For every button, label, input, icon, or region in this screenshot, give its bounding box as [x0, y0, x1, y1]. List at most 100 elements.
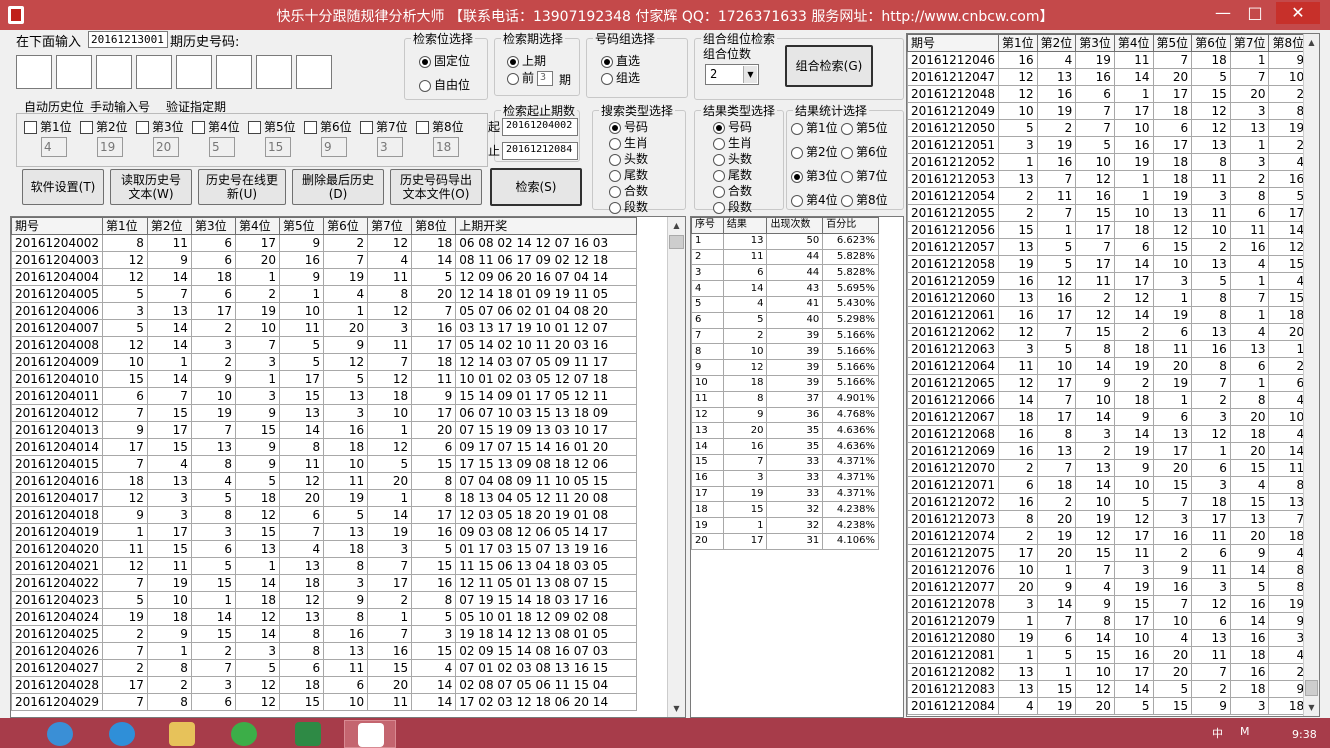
- stat-pos4-radio[interactable]: 第4位: [789, 193, 838, 207]
- number-input-3[interactable]: [96, 55, 132, 89]
- range-start-input[interactable]: 20161204002: [502, 118, 578, 136]
- table-row[interactable]: 20161212068 16 8 3 14 13 12 18 4: [907, 425, 1309, 443]
- table-row[interactable]: 20161204013 9 17 7 15 14 16 1 20 07 15 19 09 13 0…: [11, 421, 637, 439]
- recent-history-table[interactable]: 期号 第1位 第2位 第3位 第4位 第5位 第6位 第7位 第8位 20161212046 16…: [906, 33, 1320, 717]
- table-row[interactable]: 20161212075 17 20 15 11 2 6 9 4: [907, 544, 1309, 562]
- table-row[interactable]: 20161212062 12 7 15 2 6 13 4 20: [907, 323, 1309, 341]
- recent-header[interactable]: 第2位: [1036, 34, 1077, 52]
- table-row[interactable]: 20161212054 2 11 16 1 19 3 8 5: [907, 187, 1309, 205]
- table-row[interactable]: 18 15 32 4.238%: [691, 501, 879, 519]
- previous-n-input[interactable]: 3: [537, 71, 553, 86]
- free-position-radio[interactable]: 自由位: [417, 78, 470, 92]
- taskbar-ie[interactable]: [96, 720, 148, 748]
- table-row[interactable]: 20161212049 10 19 7 17 18 12 3 8: [907, 102, 1309, 120]
- history-header[interactable]: 第1位: [101, 217, 148, 235]
- number-input-4[interactable]: [136, 55, 172, 89]
- table-row[interactable]: 20161204022 7 19 15 14 18 3 17 16 12 11 05 01 13 …: [11, 574, 637, 592]
- table-row[interactable]: 20161204012 7 15 19 9 13 3 10 17 06 07 10 03 15 1…: [11, 404, 637, 422]
- table-row[interactable]: 19 1 32 4.238%: [691, 517, 879, 534]
- number-input-5[interactable]: [176, 55, 212, 89]
- result-type-number-radio[interactable]: 号码: [711, 120, 752, 134]
- table-row[interactable]: 20161204028 17 2 3 12 18 6 20 14 02 08 07 05 06 1…: [11, 676, 637, 694]
- table-row[interactable]: 20161204023 5 10 1 18 12 9 2 8 07 19 15 14 18 03 …: [11, 591, 637, 609]
- result-type-segment-radio[interactable]: 段数: [711, 200, 752, 214]
- table-row[interactable]: 8 10 39 5.166%: [691, 343, 879, 361]
- result-header[interactable]: 结果: [722, 217, 768, 234]
- pos3-checkbox[interactable]: 第3位: [135, 120, 184, 134]
- search-type-head-radio[interactable]: 头数: [607, 152, 648, 166]
- search-type-tail-radio[interactable]: 尾数: [607, 168, 648, 182]
- scroll-up-icon[interactable]: ▲: [1304, 34, 1319, 51]
- table-row[interactable]: 20161212082 13 1 10 17 20 7 16 2: [907, 663, 1309, 681]
- delete-last-button[interactable]: 删除最后历史(D): [292, 169, 384, 205]
- table-row[interactable]: 20161212067 18 17 14 9 6 3 20 10: [907, 408, 1309, 426]
- table-row[interactable]: 3 6 44 5.828%: [691, 264, 879, 282]
- table-row[interactable]: 20161204004 12 14 18 1 9 19 11 5 12 09 06 20 16 0…: [11, 268, 637, 286]
- table-row[interactable]: 20161204020 11 15 6 13 4 18 3 5 01 17 03 15 07 13…: [11, 540, 637, 558]
- stat-pos7-radio[interactable]: 第7位: [839, 169, 888, 183]
- table-row[interactable]: 20161204008 12 14 3 7 5 9 11 17 05 14 02 10 11 20…: [11, 336, 637, 354]
- table-row[interactable]: 20161212066 14 7 10 18 1 2 8 4: [907, 391, 1309, 409]
- table-row[interactable]: 20161204006 3 13 17 19 10 1 12 7 05 07 06 02 01 0…: [11, 302, 637, 320]
- previous-n-radio[interactable]: 前: [505, 71, 534, 85]
- table-row[interactable]: 20161212073 8 20 19 12 3 17 13 7: [907, 510, 1309, 528]
- update-online-button[interactable]: 历史号在线更新(U): [198, 169, 286, 205]
- result-type-head-radio[interactable]: 头数: [711, 152, 752, 166]
- table-row[interactable]: 20161204021 12 11 5 1 13 8 7 15 11 15 06 13 04 18…: [11, 557, 637, 575]
- table-row[interactable]: 5 4 41 5.430%: [691, 295, 879, 313]
- stat-pos8-radio[interactable]: 第8位: [839, 193, 888, 207]
- table-row[interactable]: 11 8 37 4.901%: [691, 390, 879, 408]
- table-row[interactable]: 20161212060 13 16 2 12 1 8 7 15: [907, 289, 1309, 307]
- result-header[interactable]: 出现次数: [766, 217, 824, 234]
- number-input-2[interactable]: [56, 55, 92, 89]
- recent-header[interactable]: 第7位: [1229, 34, 1270, 52]
- history-header[interactable]: 第4位: [234, 217, 281, 235]
- table-row[interactable]: 20161212050 5 2 7 10 6 12 13 19: [907, 119, 1309, 137]
- table-row[interactable]: 20161204009 10 1 2 3 5 12 7 18 12 14 03 07 05 09 …: [11, 353, 637, 371]
- table-row[interactable]: 10 18 39 5.166%: [691, 374, 879, 392]
- table-row[interactable]: 20161204026 7 1 2 3 8 13 16 15 02 09 15 14 08 16 …: [11, 642, 637, 660]
- table-row[interactable]: 2 11 44 5.828%: [691, 248, 879, 266]
- history-header[interactable]: 第6位: [323, 217, 369, 235]
- table-row[interactable]: 20161212064 11 10 14 19 20 8 6 2: [907, 357, 1309, 375]
- table-row[interactable]: 20 17 31 4.106%: [691, 532, 879, 550]
- read-history-button[interactable]: 读取历史号文本(W): [110, 169, 192, 205]
- period-input[interactable]: 20161213001: [88, 31, 168, 48]
- table-row[interactable]: 20161204015 7 4 8 9 11 10 5 15 17 15 13 09 08 18 …: [11, 455, 637, 473]
- number-input-8[interactable]: [296, 55, 332, 89]
- table-row[interactable]: 20161204002 8 11 6 17 9 2 12 18 06 08 02 14 12 07…: [11, 234, 637, 252]
- table-row[interactable]: 20161204014 17 15 13 9 8 18 12 6 09 17 07 15 14 1…: [11, 438, 637, 456]
- last-period-radio[interactable]: 上期: [505, 54, 546, 68]
- table-row[interactable]: 9 12 39 5.166%: [691, 359, 879, 376]
- table-row[interactable]: 20161212061 16 17 12 14 19 8 1 18: [907, 306, 1309, 324]
- history-header[interactable]: 第3位: [190, 217, 236, 235]
- direct-select-radio[interactable]: 直选: [599, 54, 640, 68]
- history-scrollbar[interactable]: ▲ ▼: [667, 217, 685, 717]
- table-row[interactable]: 16 3 33 4.371%: [691, 469, 879, 487]
- table-row[interactable]: 20161204017 12 3 5 18 20 19 1 8 18 13 04 05 12 11…: [11, 489, 637, 507]
- chevron-down-icon[interactable]: ▼: [743, 66, 757, 83]
- result-type-zodiac-radio[interactable]: 生肖: [711, 136, 752, 150]
- number-input-1[interactable]: [16, 55, 52, 89]
- scroll-thumb[interactable]: [1305, 680, 1318, 696]
- table-row[interactable]: 20161204018 9 3 8 12 6 5 14 17 12 03 05 18 20 19 …: [11, 506, 637, 524]
- start-button[interactable]: [34, 720, 86, 748]
- table-row[interactable]: 20161212080 19 6 14 10 4 13 16 3: [907, 629, 1309, 647]
- stat-pos2-radio[interactable]: 第2位: [789, 145, 838, 159]
- table-row[interactable]: 20161204011 6 7 10 3 15 13 18 9 15 14 09 01 17 05…: [11, 387, 637, 405]
- search-type-segment-radio[interactable]: 段数: [607, 200, 648, 214]
- table-row[interactable]: 20161212057 13 5 7 6 15 2 16 12: [907, 238, 1309, 256]
- table-row[interactable]: 20161212053 13 7 12 1 18 11 2 16: [907, 170, 1309, 188]
- recent-header[interactable]: 第5位: [1152, 34, 1193, 52]
- table-row[interactable]: 20161204016 18 13 4 5 12 11 20 8 07 04 08 09 11 1…: [11, 472, 637, 490]
- pos5-checkbox[interactable]: 第5位: [247, 120, 296, 134]
- table-row[interactable]: 20161212078 3 14 9 15 7 12 16 19: [907, 595, 1309, 613]
- pos7-checkbox[interactable]: 第7位: [359, 120, 408, 134]
- language-indicator[interactable]: M: [1240, 725, 1250, 738]
- result-header[interactable]: 序号: [691, 217, 724, 234]
- search-button[interactable]: 检索(S): [490, 168, 582, 206]
- settings-button[interactable]: 软件设置(T): [22, 169, 104, 205]
- table-row[interactable]: 13 20 35 4.636%: [691, 422, 879, 440]
- table-row[interactable]: 20161212058 19 5 17 14 10 13 4 15: [907, 255, 1309, 273]
- table-row[interactable]: 20161204010 15 14 9 1 17 5 12 11 10 01 02 03 05 1…: [11, 370, 637, 388]
